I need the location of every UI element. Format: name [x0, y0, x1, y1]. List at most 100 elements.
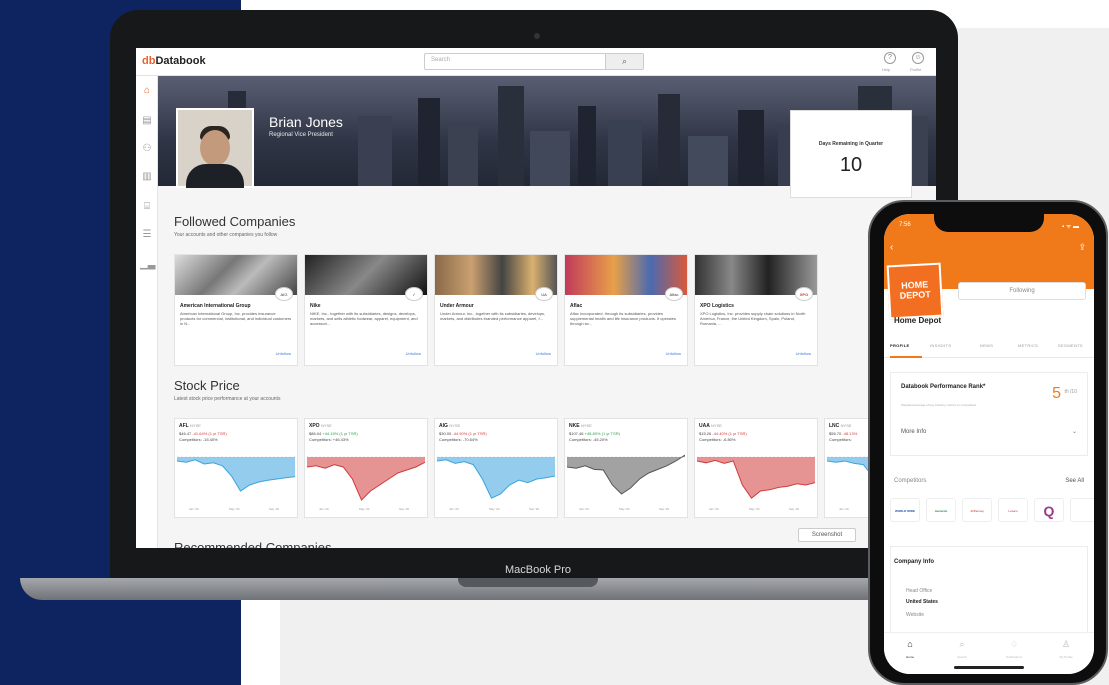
stock-ticker: AFL NYSE [179, 423, 201, 429]
more-info-link[interactable]: More Info [901, 429, 926, 435]
user-icon[interactable]: ☺ [912, 52, 924, 64]
bar-chart-icon[interactable]: ▁▃ [140, 258, 155, 272]
search-icon[interactable]: ⌕ [605, 54, 643, 69]
x-tick-label: May '20 [359, 507, 370, 511]
building-icon[interactable]: ▤ [140, 114, 154, 128]
x-tick-label: May '20 [749, 507, 760, 511]
company-card[interactable]: XPO XPO Logistics XPO Logistics, Inc. pr… [694, 254, 818, 366]
x-tick-label: Sep '20 [789, 507, 800, 511]
stock-area [697, 457, 815, 499]
marketing-scene: dbDatabook Search ⌕ ? Help ☺ Profile ⌂ ▤… [0, 0, 1109, 685]
laptop-label: MacBook Pro [504, 564, 572, 576]
stock-price-line: $46.47 -41.64% (1 yr TSR) [179, 431, 227, 436]
x-tick-label: Sep '20 [659, 507, 670, 511]
tab-metrics[interactable]: METRICS [1018, 343, 1038, 348]
exchange: NYSE [711, 423, 722, 428]
stock-card[interactable]: UAA NYSE $15.26 -44.40% (1 yr TSR) Competi… [694, 418, 818, 518]
x-tick-label: Jan '20 [189, 507, 199, 511]
stock-card[interactable]: AIG NYSE $30.00 -44.90% (1 yr TSR) Competi… [434, 418, 558, 518]
unfollow-link[interactable]: Unfollow [536, 351, 551, 356]
help-icon[interactable]: ? [884, 52, 896, 64]
tab-profile[interactable]: PROFILE [890, 343, 909, 348]
unfollow-link[interactable]: Unfollow [406, 351, 421, 356]
days-remaining-card: Days Remaining in Quarter 10 [790, 110, 912, 198]
org-chart-icon[interactable]: ⌸ [140, 200, 154, 214]
back-icon[interactable]: ‹ [890, 242, 893, 253]
search-box[interactable]: Search ⌕ [424, 53, 644, 70]
ticker-symbol: AIG [439, 423, 448, 429]
stock-competitors: Competitors: -6.80% [699, 437, 736, 442]
unfollow-link[interactable]: Unfollow [276, 351, 291, 356]
exchange: NYSE [580, 423, 592, 428]
people-icon[interactable]: ⚇ [140, 142, 154, 156]
stock-chart [437, 456, 555, 499]
company-name: Home Depot [894, 316, 942, 325]
phone-time: 7:56 [899, 222, 911, 228]
stock-card[interactable]: XPO NYSE $86.04 +44.15% (1 yr TSR) Competi… [304, 418, 428, 518]
head-office-label: Head Office [906, 588, 933, 594]
company-card[interactable]: Aflac Aflac Aflac Incorporated, through … [564, 254, 688, 366]
home-icon[interactable]: ⌂ [890, 639, 930, 649]
stock-price-line: $15.26 -44.40% (1 yr TSR) [699, 431, 747, 436]
company-desc: American International Group, Inc. provi… [180, 311, 292, 326]
stock-competitors: Competitors: -45.20% [569, 437, 608, 442]
following-button[interactable]: Following [958, 282, 1086, 300]
tab-news[interactable]: NEWS [980, 343, 993, 348]
rank-label: Databook Performance Rank* [901, 384, 986, 390]
website-label: Website [906, 612, 924, 618]
laptop-notch [458, 578, 598, 587]
days-remaining-label: Days Remaining in Quarter [818, 141, 884, 147]
competitor-logo[interactable]: JCPenney [962, 498, 992, 522]
stock-ticker: XPO NYSE [309, 423, 332, 429]
company-card[interactable]: ✓ Nike NIKE, Inc., together with its sub… [304, 254, 428, 366]
followed-subtitle: Your accounts and other companies you fo… [174, 232, 278, 238]
competitor-logo[interactable]: Q [1034, 498, 1064, 522]
competitor-logo[interactable] [1070, 498, 1094, 522]
competitor-logo[interactable]: WORLD WIDE [890, 498, 920, 522]
home-icon[interactable]: ⌂ [140, 84, 154, 98]
exchange: NYSE [449, 423, 461, 428]
share-icon[interactable]: ⇪ [1078, 242, 1086, 253]
competitor-logo[interactable]: menards [926, 498, 956, 522]
head-office-value: United States [906, 599, 938, 605]
ticker-symbol: AFL [179, 423, 189, 429]
stock-price: $86.04 [309, 431, 322, 436]
phone-notch [934, 210, 1044, 232]
ticker-symbol: NKE [569, 423, 580, 429]
unfollow-link[interactable]: Unfollow [666, 351, 681, 356]
tab-segments[interactable]: SEGMENTS [1058, 343, 1083, 348]
company-card[interactable]: UA Under Armour Under Armour, Inc., toge… [434, 254, 558, 366]
stock-chart [697, 456, 815, 499]
screenshot-button[interactable]: Screenshot [798, 528, 856, 542]
company-badge: AIG [275, 287, 293, 301]
stock-card[interactable]: NKE NYSE $107.46 +45.80% (1 yr TSR) Compet… [564, 418, 688, 518]
stock-change: -48.13% [842, 431, 858, 436]
stock-change: -44.90% (1 yr TSR) [452, 431, 487, 436]
company-desc: Aflac Incorporated, through its subsidia… [570, 311, 676, 326]
nav-profile-label: My Profile [1059, 655, 1073, 659]
competitor-logo[interactable]: Lowe's [998, 498, 1028, 522]
search-icon[interactable]: ⌕ [942, 639, 982, 650]
unfollow-link[interactable]: Unfollow [796, 351, 811, 356]
stock-price-line: $86.04 +44.15% (1 yr TSR) [309, 431, 358, 436]
user-icon[interactable]: ♙ [1046, 639, 1086, 650]
nav-notifications-label: Notifications [1005, 655, 1023, 659]
nav-search-label: Search [957, 655, 967, 659]
company-card[interactable]: AIG American International Group America… [174, 254, 298, 366]
competitors-label: Competitors [894, 478, 927, 484]
document-icon[interactable]: ▥ [140, 170, 154, 184]
stock-card[interactable]: AFL NYSE $46.47 -41.64% (1 yr TSR) Competi… [174, 418, 298, 518]
chevron-down-icon[interactable]: ⌄ [1072, 428, 1077, 435]
bell-icon[interactable]: ♢ [994, 639, 1034, 650]
list-icon[interactable]: ☰ [140, 228, 154, 242]
x-tick-label: Jan '20 [839, 507, 849, 511]
avatar [176, 108, 254, 188]
stock-price: $55.70 [829, 431, 842, 436]
laptop-screen: dbDatabook Search ⌕ ? Help ☺ Profile ⌂ ▤… [136, 48, 936, 548]
logo-text: Databook [155, 55, 206, 67]
user-role: Regional Vice President [269, 132, 333, 138]
see-all-link[interactable]: See All [1065, 478, 1084, 484]
databook-logo[interactable]: dbDatabook [142, 55, 206, 67]
tab-insights[interactable]: INSIGHTS [930, 343, 951, 348]
company-name: Nike [310, 303, 321, 309]
